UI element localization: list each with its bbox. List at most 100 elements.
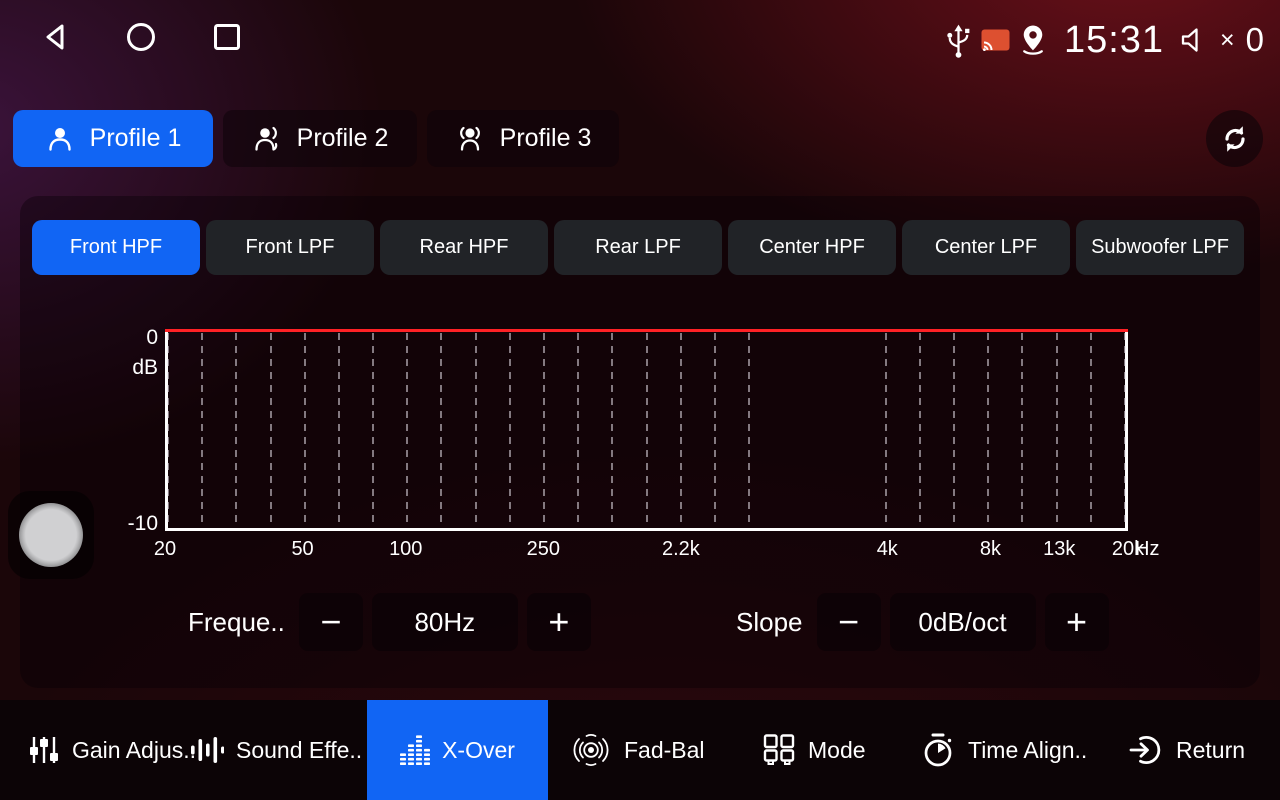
y-tick-minus10: -10 xyxy=(108,512,158,536)
profile-label: Profile 1 xyxy=(90,124,182,153)
reset-sync-button[interactable] xyxy=(1206,110,1263,167)
frequency-response-chart xyxy=(165,330,1128,531)
tab-label: Center LPF xyxy=(935,236,1037,259)
chart-gridline xyxy=(1090,333,1092,528)
y-axis-unit: dB xyxy=(108,356,158,380)
tab-profile-3[interactable]: Profile 3 xyxy=(427,110,619,167)
chart-gridline xyxy=(543,333,545,528)
user-waves-icon xyxy=(455,124,485,154)
chart-gridline xyxy=(987,333,989,528)
chart-gridline xyxy=(919,333,921,528)
tab-center-lpf[interactable]: Center LPF xyxy=(902,220,1070,275)
back-button[interactable] xyxy=(38,20,72,54)
chart-gridline xyxy=(304,333,306,528)
tab-rear-hpf[interactable]: Rear HPF xyxy=(380,220,548,275)
chart-gridline xyxy=(475,333,477,528)
nav-label: X-Over xyxy=(442,737,515,764)
chart-gridline xyxy=(714,333,716,528)
chart-gridline xyxy=(1056,333,1058,528)
nav-label: Fad-Bal xyxy=(624,737,705,764)
chart-gridline xyxy=(577,333,579,528)
nav-gain-adjust[interactable]: Gain Adjus.. xyxy=(28,700,196,800)
x-tick-label: 13k xyxy=(1043,538,1075,561)
chart-gridlines xyxy=(168,330,1125,528)
plus-icon: + xyxy=(1066,601,1087,643)
back-icon xyxy=(38,20,72,54)
frequency-minus-button[interactable]: − xyxy=(299,593,363,651)
chart-gridline xyxy=(201,333,203,528)
nav-sound-effect[interactable]: Sound Effe.. xyxy=(190,700,362,800)
nav-xover[interactable]: X-Over xyxy=(367,700,548,800)
chart-gridline xyxy=(885,333,887,528)
nav-mode[interactable]: Mode xyxy=(762,700,866,800)
profile-tabs: Profile 1 Profile 2 Profile 3 xyxy=(13,110,619,167)
slope-control: Slope − 0dB/oct + xyxy=(736,593,1109,651)
profile-label: Profile 2 xyxy=(297,124,389,153)
chart-gridline xyxy=(646,333,648,528)
recents-button[interactable] xyxy=(210,20,244,54)
gain-adjust-icon xyxy=(28,734,60,766)
nav-time-align[interactable]: Time Align.. xyxy=(920,700,1087,800)
x-axis-unit: Hz xyxy=(1135,538,1159,561)
home-icon xyxy=(124,20,158,54)
nav-label: Sound Effe.. xyxy=(236,737,362,764)
tab-profile-2[interactable]: Profile 2 xyxy=(223,110,417,167)
recents-icon xyxy=(210,20,244,54)
minus-icon: − xyxy=(838,601,859,643)
floating-assist-button[interactable] xyxy=(8,491,94,579)
x-tick-label: 2.2k xyxy=(662,538,700,561)
bottom-nav-bar: Gain Adjus.. Sound Effe.. xyxy=(0,700,1280,800)
xover-icon xyxy=(400,735,430,765)
tab-label: Front LPF xyxy=(246,236,335,259)
fad-bal-icon xyxy=(570,731,612,769)
slope-plus-button[interactable]: + xyxy=(1045,593,1109,651)
profile-label: Profile 3 xyxy=(500,124,592,153)
slope-minus-button[interactable]: − xyxy=(817,593,881,651)
minus-icon: − xyxy=(320,601,341,643)
plus-icon: + xyxy=(548,601,569,643)
tab-label: Rear HPF xyxy=(420,236,509,259)
filter-channel-tabs: Front HPF Front LPF Rear HPF Rear LPF Ce… xyxy=(32,220,1244,275)
volume-muted-icon xyxy=(1179,25,1209,55)
nav-fad-bal[interactable]: Fad-Bal xyxy=(570,700,705,800)
x-tick-label: 20 xyxy=(154,538,176,561)
nav-return[interactable]: Return xyxy=(1128,700,1245,800)
chart-gridline xyxy=(167,333,169,528)
tab-front-lpf[interactable]: Front LPF xyxy=(206,220,374,275)
location-icon xyxy=(1019,24,1047,57)
tab-front-hpf[interactable]: Front HPF xyxy=(32,220,200,275)
chart-gridline xyxy=(748,333,750,528)
chart-x-axis-labels: 20501002502.2k4k8k13k20k xyxy=(165,538,1128,564)
tab-center-hpf[interactable]: Center HPF xyxy=(728,220,896,275)
x-tick-label: 50 xyxy=(291,538,313,561)
slope-value: 0dB/oct xyxy=(890,593,1036,651)
x-tick-label: 4k xyxy=(877,538,898,561)
tab-profile-1[interactable]: Profile 1 xyxy=(13,110,213,167)
tab-rear-lpf[interactable]: Rear LPF xyxy=(554,220,722,275)
slope-label: Slope xyxy=(736,607,803,638)
chart-gridline xyxy=(440,333,442,528)
chart-gridline xyxy=(953,333,955,528)
chart-gridline xyxy=(270,333,272,528)
nav-label: Return xyxy=(1176,737,1245,764)
sound-effect-icon xyxy=(190,735,224,765)
volume-mute-sign: × xyxy=(1220,26,1235,55)
knob-icon xyxy=(19,503,83,567)
android-nav-buttons xyxy=(38,20,244,54)
clock-time: 15:31 xyxy=(1064,19,1164,62)
frequency-label: Freque.. xyxy=(188,607,285,638)
tab-label: Rear LPF xyxy=(595,236,681,259)
tab-subwoofer-lpf[interactable]: Subwoofer LPF xyxy=(1076,220,1244,275)
x-tick-label: 250 xyxy=(527,538,560,561)
home-button[interactable] xyxy=(124,20,158,54)
chart-gridline xyxy=(1124,333,1126,528)
usb-icon xyxy=(945,22,972,59)
frequency-plus-button[interactable]: + xyxy=(527,593,591,651)
frequency-value: 80Hz xyxy=(372,593,518,651)
mode-icon xyxy=(762,733,796,767)
nav-label: Time Align.. xyxy=(968,737,1087,764)
return-icon xyxy=(1128,732,1164,768)
nav-label: Gain Adjus.. xyxy=(72,737,196,764)
tab-label: Front HPF xyxy=(70,236,162,259)
chart-gridline xyxy=(338,333,340,528)
